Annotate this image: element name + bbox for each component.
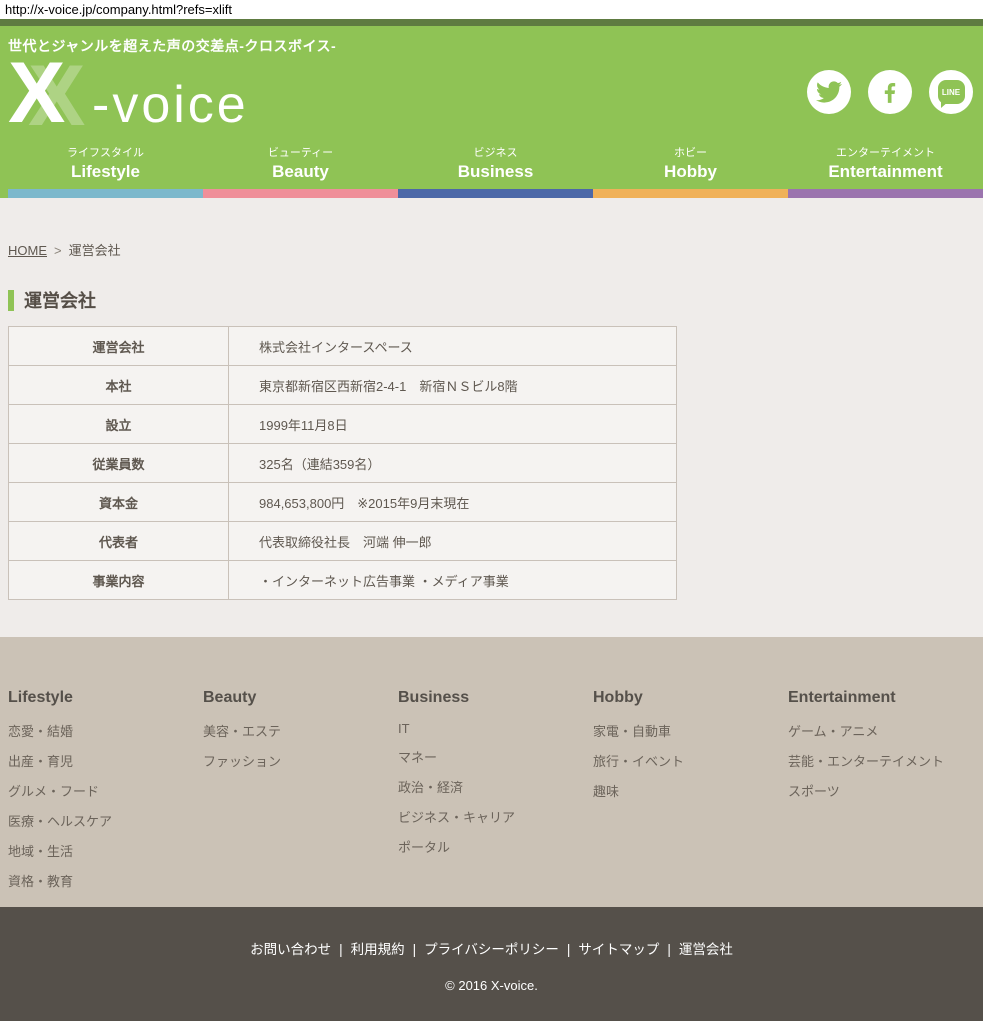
social-icons: LINE <box>807 70 973 114</box>
logo-x-letter: X X <box>8 55 92 131</box>
company-field-value: 325名（連結359名） <box>229 444 677 483</box>
footer-column-business: Business IT マネー 政治・経済 ビジネス・キャリア ポータル <box>398 689 593 907</box>
facebook-icon[interactable] <box>868 70 912 114</box>
breadcrumb-home-link[interactable]: HOME <box>8 243 47 258</box>
stripe-entertainment <box>788 189 983 198</box>
footer-column-title: Hobby <box>593 689 788 707</box>
table-row: 本社 東京都新宿区西新宿2-4-1 新宿ＮＳビル8階 <box>9 366 677 405</box>
nav-item-business[interactable]: ビジネス Business <box>398 144 593 189</box>
footer-link[interactable]: 地域・生活 <box>8 841 203 860</box>
breadcrumb-separator: > <box>54 243 62 258</box>
footer-link[interactable]: 美容・エステ <box>203 721 398 740</box>
site-tagline: 世代とジャンルを超えた声の交差点-クロスボイス- <box>0 26 983 56</box>
page-title: 運営会社 <box>8 287 983 313</box>
category-stripe-row <box>0 189 983 198</box>
table-row: 従業員数 325名（連結359名） <box>9 444 677 483</box>
footer-link[interactable]: 医療・ヘルスケア <box>8 811 203 830</box>
footer-link[interactable]: マネー <box>398 747 593 766</box>
twitter-icon[interactable] <box>807 70 851 114</box>
legal-footer: お問い合わせ | 利用規約 | プライバシーポリシー | サイトマップ | 運営会社 © 201… <box>0 907 983 1021</box>
table-row: 設立 1999年11月8日 <box>9 405 677 444</box>
nav-item-lifestyle[interactable]: ライフスタイル Lifestyle <box>8 144 203 189</box>
footer-link[interactable]: グルメ・フード <box>8 781 203 800</box>
footer-link[interactable]: 家電・自動車 <box>593 721 788 740</box>
footer-link[interactable]: 芸能・エンターテイメント <box>788 751 983 770</box>
footer-link[interactable]: スポーツ <box>788 781 983 800</box>
copyright-text: © 2016 X-voice. <box>0 978 983 993</box>
table-row: 事業内容 ・インターネット広告事業 ・メディア事業 <box>9 561 677 600</box>
company-field-label: 従業員数 <box>9 444 229 483</box>
company-field-value: 東京都新宿区西新宿2-4-1 新宿ＮＳビル8階 <box>229 366 677 405</box>
company-field-label: 資本金 <box>9 483 229 522</box>
legal-footer-links: お問い合わせ | 利用規約 | プライバシーポリシー | サイトマップ | 運営会社 <box>0 938 983 958</box>
company-field-label: 設立 <box>9 405 229 444</box>
footer-link[interactable]: 政治・経済 <box>398 777 593 796</box>
title-accent-bar <box>8 290 14 311</box>
company-field-value: 株式会社インタースペース <box>229 327 677 366</box>
sitemap-link[interactable]: サイトマップ <box>578 942 659 957</box>
site-logo[interactable]: X X -voice <box>8 55 249 131</box>
link-separator: | <box>339 942 343 957</box>
footer-column-hobby: Hobby 家電・自動車 旅行・イベント 趣味 <box>593 689 788 907</box>
company-field-value: 代表取締役社長 河端 伸一郎 <box>229 522 677 561</box>
footer-link[interactable]: 旅行・イベント <box>593 751 788 770</box>
stripe-hobby <box>593 189 788 198</box>
company-link[interactable]: 運営会社 <box>679 942 733 957</box>
nav-item-beauty[interactable]: ビューティー Beauty <box>203 144 398 189</box>
stripe-business <box>398 189 593 198</box>
main-nav: ライフスタイル Lifestyle ビューティー Beauty ビジネス Bus… <box>8 144 983 189</box>
company-field-label: 事業内容 <box>9 561 229 600</box>
footer-link[interactable]: IT <box>398 721 593 736</box>
footer-column-entertainment: Entertainment ゲーム・アニメ 芸能・エンターテイメント スポーツ <box>788 689 983 907</box>
line-bubble-icon: LINE <box>938 80 965 104</box>
footer-link[interactable]: 恋愛・結婚 <box>8 721 203 740</box>
table-row: 運営会社 株式会社インタースペース <box>9 327 677 366</box>
header-top-strip <box>0 19 983 26</box>
company-field-label: 本社 <box>9 366 229 405</box>
privacy-policy-link[interactable]: プライバシーポリシー <box>424 942 559 957</box>
footer-link[interactable]: ゲーム・アニメ <box>788 721 983 740</box>
footer-link[interactable]: ビジネス・キャリア <box>398 807 593 826</box>
footer-column-lifestyle: Lifestyle 恋愛・結婚 出産・育児 グルメ・フード 医療・ヘルスケア 地… <box>8 689 203 907</box>
table-row: 代表者 代表取締役社長 河端 伸一郎 <box>9 522 677 561</box>
breadcrumb-current: 運営会社 <box>69 243 121 258</box>
company-field-label: 運営会社 <box>9 327 229 366</box>
company-field-value: ・インターネット広告事業 ・メディア事業 <box>229 561 677 600</box>
breadcrumb: HOME > 運営会社 <box>8 240 983 259</box>
nav-item-hobby[interactable]: ホビー Hobby <box>593 144 788 189</box>
logo-text: -voice <box>92 79 249 131</box>
footer-link[interactable]: ファッション <box>203 751 398 770</box>
link-separator: | <box>667 942 671 957</box>
site-header: 世代とジャンルを超えた声の交差点-クロスボイス- X X -voice LINE… <box>0 19 983 189</box>
footer-link[interactable]: ポータル <box>398 837 593 856</box>
footer-link[interactable]: 趣味 <box>593 781 788 800</box>
sitemap-footer: Lifestyle 恋愛・結婚 出産・育児 グルメ・フード 医療・ヘルスケア 地… <box>0 637 983 907</box>
company-field-label: 代表者 <box>9 522 229 561</box>
company-field-value: 1999年11月8日 <box>229 405 677 444</box>
company-field-value: 984,653,800円 ※2015年9月末現在 <box>229 483 677 522</box>
terms-link[interactable]: 利用規約 <box>351 942 405 957</box>
facebook-f-icon <box>877 79 903 105</box>
footer-column-title: Business <box>398 689 593 707</box>
nav-item-entertainment[interactable]: エンターテイメント Entertainment <box>788 144 983 189</box>
address-bar[interactable]: http://x-voice.jp/company.html?refs=xlif… <box>0 0 983 19</box>
stripe-beauty <box>203 189 398 198</box>
footer-column-title: Entertainment <box>788 689 983 707</box>
footer-link[interactable]: 資格・教育 <box>8 871 203 890</box>
contact-link[interactable]: お問い合わせ <box>250 942 331 957</box>
footer-column-title: Beauty <box>203 689 398 707</box>
footer-column-title: Lifestyle <box>8 689 203 707</box>
line-icon[interactable]: LINE <box>929 70 973 114</box>
link-separator: | <box>413 942 417 957</box>
table-row: 資本金 984,653,800円 ※2015年9月末現在 <box>9 483 677 522</box>
footer-column-beauty: Beauty 美容・エステ ファッション <box>203 689 398 907</box>
stripe-lifestyle <box>8 189 203 198</box>
company-info-table: 運営会社 株式会社インタースペース 本社 東京都新宿区西新宿2-4-1 新宿ＮＳ… <box>8 326 677 600</box>
twitter-bird-icon <box>816 79 842 105</box>
link-separator: | <box>567 942 571 957</box>
footer-link[interactable]: 出産・育児 <box>8 751 203 770</box>
page-title-text: 運営会社 <box>24 287 96 313</box>
main-content: HOME > 運営会社 運営会社 運営会社 株式会社インタースペース 本社 東京都新… <box>0 198 983 637</box>
